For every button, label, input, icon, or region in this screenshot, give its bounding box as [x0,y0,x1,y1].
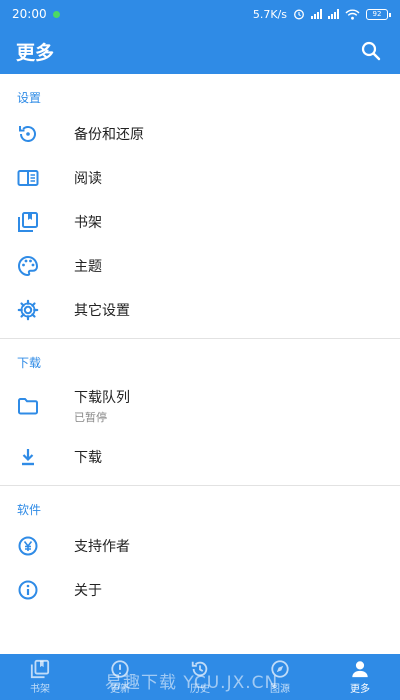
menu-item-theme[interactable]: 主题 [0,244,400,288]
section-header-software: 软件 [17,503,42,517]
status-time: 20:00 [12,7,47,21]
history-icon [190,659,210,679]
person-icon [350,659,370,679]
network-speed: 5.7K/s [252,7,287,21]
compass-icon [270,659,290,679]
menu-item-support-author[interactable]: 支持作者 [0,524,400,568]
library-icon [30,659,50,679]
notification-dot-icon [52,10,60,18]
library-icon [17,211,39,233]
page-title: 更多 [16,41,55,64]
status-bar: 20:00 5.7K/s 92 [0,0,400,28]
book-open-icon [17,167,39,189]
menu-item-about[interactable]: 关于 [0,568,400,612]
download-icon [17,446,39,468]
bottom-navigation: 书架 更新 历史 图源 更多 [0,654,400,700]
section-header-settings: 设置 [17,91,42,105]
menu-item-label: 主题 [74,259,102,275]
backup-restore-icon [17,123,39,145]
settings-list: 设置 备份和还原 阅读 书架 主题 其它设置 下载 下载队列 已暂停 下载 软件… [0,74,400,654]
menu-item-label: 书架 [74,215,102,231]
menu-item-backup-restore[interactable]: 备份和还原 [0,112,400,156]
nav-tab-library[interactable]: 书架 [0,654,80,700]
battery-icon: 92 [366,8,391,20]
menu-item-label: 下载 [74,450,102,466]
menu-item-label: 阅读 [74,171,102,187]
menu-item-other-settings[interactable]: 其它设置 [0,288,400,332]
nav-tab-label: 图源 [270,684,290,695]
search-icon [361,41,381,61]
search-button[interactable] [358,38,384,64]
menu-item-label: 关于 [74,583,102,599]
menu-item-label: 其它设置 [74,303,130,319]
palette-icon [17,255,39,277]
nav-tab-label: 历史 [190,684,210,695]
signal-icon [311,9,322,19]
queue-status: 已暂停 [74,411,107,424]
menu-item-download-queue[interactable]: 下载队列 已暂停 [0,377,400,435]
menu-item-label: 支持作者 [74,539,130,555]
nav-tab-label: 书架 [30,684,50,695]
nav-tab-label: 更新 [110,684,130,695]
signal-icon-2 [328,9,339,19]
nav-tab-sources[interactable]: 图源 [240,654,320,700]
alarm-icon [294,9,304,20]
update-icon [110,659,130,679]
menu-item-label: 下载队列 [74,390,130,406]
menu-item-downloads[interactable]: 下载 [0,435,400,479]
menu-item-reading[interactable]: 阅读 [0,156,400,200]
nav-tab-history[interactable]: 历史 [160,654,240,700]
app-bar: 更多 [0,28,400,74]
menu-item-library[interactable]: 书架 [0,200,400,244]
nav-tab-updates[interactable]: 更新 [80,654,160,700]
nav-tab-label: 更多 [350,684,370,695]
wifi-icon [345,9,360,20]
menu-item-label: 备份和还原 [74,127,144,143]
folder-icon [17,395,39,417]
info-icon [17,579,39,601]
yen-icon [17,535,39,557]
nav-tab-more[interactable]: 更多 [320,654,400,700]
section-header-download: 下载 [17,356,42,370]
gear-icon [17,299,39,321]
